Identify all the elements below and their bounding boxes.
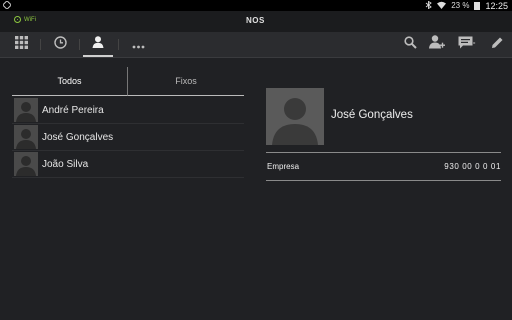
phone-number[interactable]: 930 00 0 0 01 bbox=[444, 162, 501, 171]
clock-icon bbox=[53, 35, 67, 54]
edit-button[interactable] bbox=[486, 32, 508, 57]
dialpad-button[interactable] bbox=[8, 32, 34, 57]
list-item[interactable]: André Pereira bbox=[12, 97, 244, 124]
recents-button[interactable] bbox=[46, 32, 74, 57]
list-item[interactable]: José Gonçalves bbox=[12, 124, 244, 151]
app-logo: NOS bbox=[246, 16, 265, 25]
divider bbox=[266, 180, 501, 181]
add-contact-button[interactable] bbox=[426, 32, 448, 57]
wifi-indicator: WiFi bbox=[14, 16, 36, 23]
avatar bbox=[14, 98, 38, 122]
contacts-tab-button[interactable] bbox=[83, 32, 113, 57]
wifi-label: WiFi bbox=[24, 16, 36, 23]
more-icon bbox=[132, 36, 145, 54]
search-icon bbox=[403, 35, 417, 54]
bluetooth-icon bbox=[425, 0, 433, 11]
tab-fixos[interactable]: Fixos bbox=[128, 67, 244, 96]
list-item[interactable]: João Silva bbox=[12, 151, 244, 178]
divider bbox=[266, 152, 501, 153]
rotate-icon bbox=[2, 0, 12, 11]
more-button[interactable] bbox=[124, 32, 152, 57]
avatar bbox=[14, 125, 38, 149]
contact-name: José Gonçalves bbox=[42, 131, 114, 143]
contact-detail-name: José Gonçalves bbox=[331, 109, 413, 121]
battery-icon bbox=[474, 1, 481, 10]
battery-percent: 23 % bbox=[451, 1, 470, 10]
contact-name: André Pereira bbox=[42, 104, 104, 116]
grid-icon bbox=[14, 35, 28, 54]
wifi-status-icon bbox=[14, 16, 21, 23]
contact-filter-tabs: Todos Fixos bbox=[12, 67, 244, 97]
contact-name: João Silva bbox=[42, 158, 89, 170]
add-contact-icon bbox=[429, 35, 445, 54]
toolbar bbox=[0, 32, 512, 58]
app-bar: WiFi NOS bbox=[0, 11, 512, 32]
contact-list: André Pereira José Gonçalves João Silva bbox=[12, 97, 244, 178]
phone-label: Empresa bbox=[267, 162, 300, 171]
status-bar: 23 % 12:25 bbox=[0, 0, 512, 11]
avatar bbox=[14, 152, 38, 176]
search-button[interactable] bbox=[400, 32, 420, 57]
tab-todos[interactable]: Todos bbox=[12, 67, 128, 96]
edit-icon bbox=[491, 36, 504, 54]
contact-photo bbox=[266, 88, 324, 145]
message-icon bbox=[458, 36, 476, 54]
person-icon bbox=[92, 35, 104, 53]
message-button[interactable] bbox=[455, 32, 479, 57]
wifi-signal-icon bbox=[437, 1, 447, 11]
clock-time: 12:25 bbox=[485, 0, 508, 11]
